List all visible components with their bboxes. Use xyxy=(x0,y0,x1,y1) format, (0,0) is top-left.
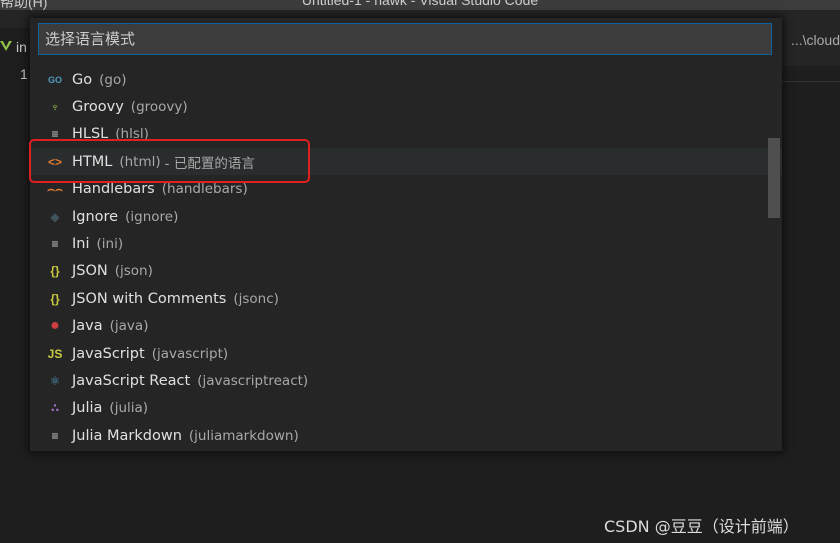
language-item-json[interactable]: {} JSON (json) xyxy=(30,258,782,285)
language-label: JSON with Comments xyxy=(72,290,227,307)
list-scrollbar[interactable] xyxy=(768,138,780,218)
language-item-java[interactable]: ● Java (java) xyxy=(30,313,782,340)
language-id: (handlebars) xyxy=(161,181,248,198)
julia-dots-icon: ∴ xyxy=(50,401,60,416)
language-item-julia[interactable]: ∴ Julia (julia) xyxy=(30,395,782,422)
language-id: (javascript) xyxy=(151,345,229,362)
breadcrumb-path[interactable]: ...\cloud xyxy=(791,32,840,48)
language-label: Julia xyxy=(72,400,103,417)
lines-icon: ≡ xyxy=(51,236,59,251)
tab-label: in xyxy=(16,39,27,55)
language-id: (java) xyxy=(109,318,149,335)
language-id: (ignore) xyxy=(125,208,179,225)
title-bar: 帮助(H) Untitled-1 - hawk - Visual Studio … xyxy=(0,0,840,10)
language-id: (ini) xyxy=(96,235,124,252)
line-number: 1 xyxy=(20,66,28,82)
language-list: GO Go (go) ♆ Groovy (groovy) ≡ HLSL (hlsl) <> HTML… xyxy=(30,56,782,451)
language-label: Java xyxy=(72,318,103,335)
language-id: (juliamarkdown) xyxy=(188,427,299,444)
braces-icon: {} xyxy=(50,264,60,279)
git-diamond-icon: ◆ xyxy=(50,209,60,224)
editor-divider xyxy=(782,81,840,82)
language-label: Ini xyxy=(72,235,90,252)
language-label: JSON xyxy=(72,263,108,280)
language-label: Handlebars xyxy=(72,181,155,198)
react-icon: ⚛ xyxy=(49,373,61,388)
language-id: (go) xyxy=(99,71,127,88)
java-icon: ● xyxy=(50,317,60,335)
braces-icon: {} xyxy=(50,291,60,306)
language-label: JavaScript React xyxy=(72,372,191,389)
language-mode-picker: GOGo(go)♆Groovy(groovy)≡HLSL(hlsl)<>HTML… xyxy=(30,18,782,451)
language-item-json-with-comments[interactable]: {} JSON with Comments (jsonc) xyxy=(30,285,782,312)
lines-icon: ≡ xyxy=(51,428,59,443)
js-icon: JS xyxy=(47,346,63,361)
language-item-go[interactable]: GO Go (go) xyxy=(30,66,782,93)
red-highlight-annotation xyxy=(29,139,310,183)
partial-list-item xyxy=(30,56,782,62)
language-item-javascript[interactable]: JS JavaScript (javascript) xyxy=(30,340,782,367)
language-label: Ignore xyxy=(72,208,119,225)
language-id: (groovy) xyxy=(130,98,188,115)
language-label: Go xyxy=(72,71,93,88)
language-id: (json) xyxy=(114,263,153,280)
language-id: (julia) xyxy=(109,400,149,417)
language-item-javascript-react[interactable]: ⚛ JavaScript React (javascriptreact) xyxy=(30,367,782,394)
language-id: (javascriptreact) xyxy=(197,372,309,389)
language-label: JavaScript xyxy=(72,345,145,362)
language-search-input[interactable] xyxy=(38,23,772,55)
language-item-ignore[interactable]: ◆ Ignore (ignore) xyxy=(30,203,782,230)
language-item-ini[interactable]: ≡ Ini (ini) xyxy=(30,230,782,257)
language-id: (jsonc) xyxy=(233,290,279,307)
language-item-julia-markdown[interactable]: ≡ Julia Markdown (juliamarkdown) xyxy=(30,422,782,449)
window-title: Untitled-1 - hawk - Visual Studio Code xyxy=(301,0,539,8)
language-label: Groovy xyxy=(72,98,124,115)
language-label: Julia Markdown xyxy=(72,427,182,444)
go-icon: GO xyxy=(47,74,62,85)
language-item-groovy[interactable]: ♆ Groovy (groovy) xyxy=(30,93,782,120)
vue-icon xyxy=(0,41,12,51)
watermark: CSDN @豆豆（设计前端） xyxy=(604,517,799,536)
groovy-icon: ♆ xyxy=(50,99,60,114)
